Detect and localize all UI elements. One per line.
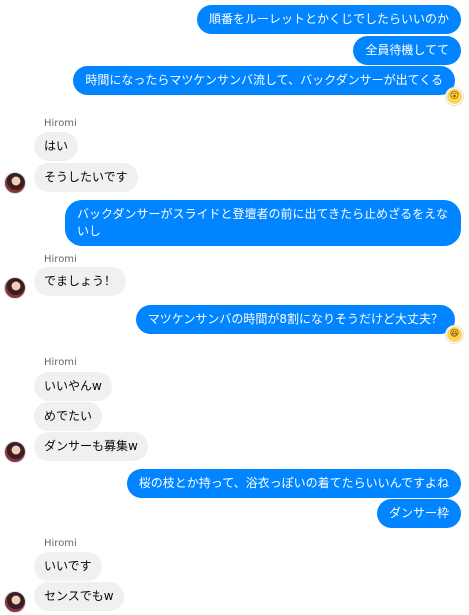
avatar[interactable] — [4, 441, 26, 463]
received-message[interactable]: いいです — [34, 552, 102, 581]
sender-name: Hiromi — [44, 538, 77, 549]
sent-message[interactable]: 全員待機してて — [353, 36, 461, 65]
sent-message[interactable]: 時間になったらマツケンサンバ流して、バックダンサーが出てくる — [73, 66, 455, 95]
laugh-emoji-icon[interactable]: 😆 — [446, 326, 463, 343]
received-message[interactable]: はい — [34, 132, 79, 161]
sent-message[interactable]: 順番をルーレットとかくじでしたらいいのか — [196, 5, 461, 34]
sender-name: Hiromi — [44, 118, 77, 129]
sent-message[interactable]: ダンサー枠 — [376, 499, 461, 528]
received-message[interactable]: いいやんw — [34, 372, 112, 401]
received-message[interactable]: ダンサーも募集w — [34, 432, 148, 461]
received-message[interactable]: センスでもw — [34, 582, 124, 611]
sent-message[interactable]: 桜の枝とか持って、浴衣っぽいの着てたらいいんですよね — [126, 469, 461, 498]
chat-thread: 順番をルーレットとかくじでしたらいいのか 全員待機してて 時間になったらマツケン… — [0, 0, 469, 615]
sent-message[interactable]: バックダンサーがスライドと登壇者の前に出てきたら止めざるをえないし — [65, 200, 461, 246]
avatar[interactable] — [4, 591, 26, 613]
sender-name: Hiromi — [44, 254, 77, 265]
avatar[interactable] — [4, 172, 26, 194]
received-message[interactable]: でましょう！ — [34, 267, 127, 296]
sent-message[interactable]: マツケンサンバの時間が8割になりそうだけど大丈夫？ — [135, 305, 455, 334]
avatar[interactable] — [4, 277, 26, 299]
sender-name: Hiromi — [44, 357, 77, 368]
wow-emoji-icon[interactable]: 😮 — [446, 88, 463, 105]
received-message[interactable]: そうしたいです — [34, 163, 138, 192]
received-message[interactable]: めでたい — [34, 402, 103, 431]
